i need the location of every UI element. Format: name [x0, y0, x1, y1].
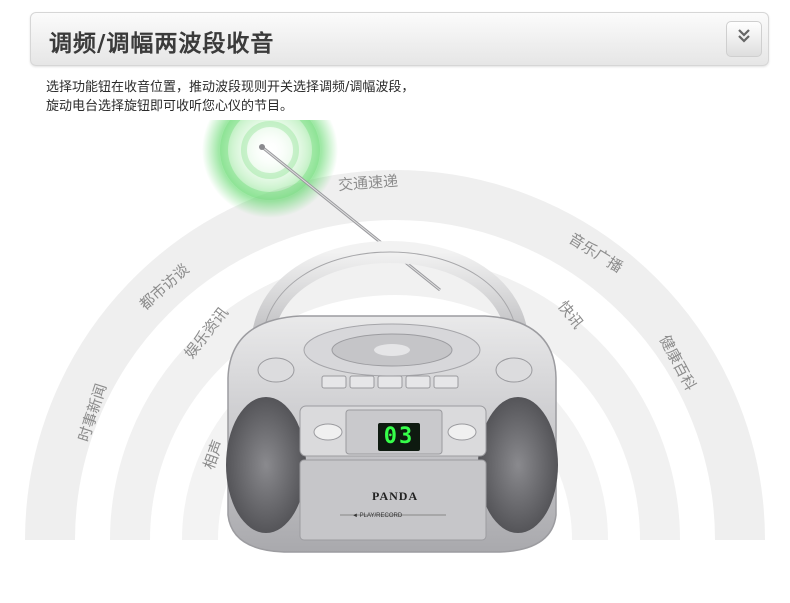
- control-buttons: [321, 375, 459, 389]
- tape-label: ◄ PLAY/RECORD: [352, 513, 403, 519]
- right-speaker: [478, 397, 558, 533]
- left-speaker: [226, 397, 306, 533]
- description-line-1: 选择功能钮在收音位置，推动波段现则开关选择调频/调幅波段，: [46, 80, 415, 95]
- double-chevron-down-icon[interactable]: [726, 21, 762, 57]
- description: 选择功能钮在收音位置，推动波段现则开关选择调频/调幅波段， 旋动电台选择旋钮即可…: [46, 78, 746, 116]
- brand-logo: PANDA: [372, 489, 419, 503]
- lcd-display: 03: [378, 423, 420, 451]
- description-line-2: 旋动电台选择旋钮即可收听您心仪的节目。: [46, 99, 294, 114]
- section-title: 调频/调幅两波段收音: [49, 31, 275, 57]
- arc-label-traffic: 交通速递: [337, 171, 399, 195]
- section-header: 调频/调幅两波段收音: [30, 12, 769, 66]
